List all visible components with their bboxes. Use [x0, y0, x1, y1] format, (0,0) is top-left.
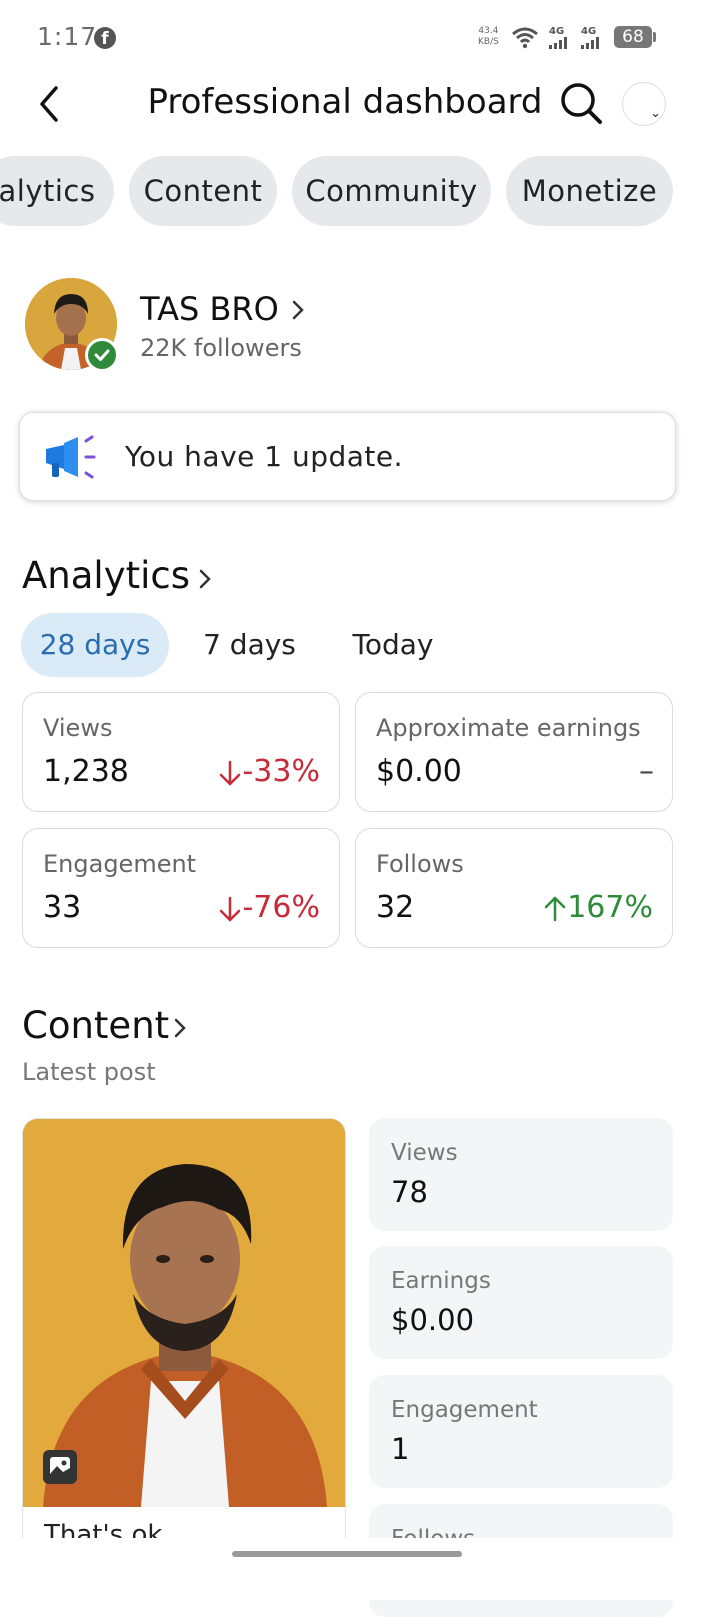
- followers-count: 22K followers: [140, 334, 302, 362]
- update-text: You have 1 update.: [125, 440, 404, 473]
- tab-community[interactable]: Community: [292, 156, 491, 226]
- stat-value: 32: [376, 890, 415, 925]
- back-arrow-icon: [40, 86, 58, 122]
- stat-value: $0.00: [376, 754, 462, 789]
- search-icon: [561, 83, 602, 124]
- back-button[interactable]: [30, 84, 70, 124]
- stat-change: -33%: [242, 754, 320, 789]
- tab-content[interactable]: Content: [129, 156, 277, 226]
- post-metric-engagement[interactable]: [369, 1375, 673, 1488]
- facebook-notification-icon: f: [94, 27, 116, 49]
- bottom-overlay: [0, 1538, 709, 1600]
- range-7-days[interactable]: 7 days: [182, 613, 317, 677]
- network-speed: 43.4 KB/S: [478, 26, 499, 48]
- chevron-right-icon[interactable]: [195, 564, 215, 594]
- post-thumbnail: [23, 1119, 345, 1507]
- stat-label: Approximate earnings: [376, 714, 641, 742]
- chevron-right-icon[interactable]: [288, 296, 308, 324]
- latest-post-label: Latest post: [22, 1058, 156, 1086]
- stat-change: 167%: [567, 890, 653, 925]
- chevron-right-icon[interactable]: [170, 1013, 190, 1043]
- range-today[interactable]: Today: [328, 613, 458, 677]
- tab-analytics[interactable]: alytics: [0, 156, 114, 226]
- analytics-title[interactable]: Analytics: [22, 554, 190, 597]
- stat-value: 33: [43, 890, 82, 925]
- network-speed-value: 43.4: [478, 26, 499, 36]
- stat-card-views[interactable]: [22, 692, 340, 812]
- page-title: Professional dashboard: [147, 82, 543, 122]
- metric-label: Views: [391, 1140, 458, 1166]
- stat-card-follows[interactable]: [355, 828, 673, 948]
- chevron-down-icon: ⌄: [650, 106, 661, 121]
- stat-label: Views: [43, 714, 113, 742]
- stat-label: Engagement: [43, 850, 197, 878]
- metric-label: Earnings: [391, 1268, 491, 1294]
- metric-value: 78: [391, 1175, 428, 1209]
- status-time: 1:17: [37, 22, 98, 51]
- signal-bars-icon: [549, 37, 567, 49]
- signal-label-2: 4G: [581, 26, 597, 37]
- signal-icon-sim2: 4G: [581, 26, 603, 52]
- network-speed-unit: KB/S: [478, 37, 499, 47]
- signal-label-1: 4G: [549, 26, 565, 37]
- battery-tip: [653, 32, 656, 42]
- search-button[interactable]: [558, 80, 604, 126]
- metric-label: Engagement: [391, 1397, 538, 1423]
- metric-value: $0.00: [391, 1303, 475, 1337]
- stat-card-earnings[interactable]: [355, 692, 673, 812]
- stat-change: -76%: [242, 890, 320, 925]
- stat-label: Follows: [376, 850, 464, 878]
- signal-bars-icon: [581, 37, 599, 49]
- wifi-icon: [512, 27, 538, 49]
- tab-monetize[interactable]: Monetize: [506, 156, 673, 226]
- profile-name[interactable]: TAS BRO: [140, 290, 279, 328]
- stat-change: –: [639, 754, 654, 789]
- content-title[interactable]: Content: [22, 1004, 169, 1047]
- battery-indicator: 68: [614, 26, 652, 48]
- stat-value: 1,238: [43, 754, 129, 789]
- signal-icon-sim1: 4G: [549, 26, 571, 52]
- image-type-icon: [43, 1450, 77, 1484]
- home-indicator[interactable]: [232, 1551, 462, 1557]
- range-28-days[interactable]: 28 days: [21, 613, 169, 677]
- stat-card-engagement[interactable]: [22, 828, 340, 948]
- metric-value: 1: [391, 1432, 410, 1466]
- megaphone-icon: [46, 435, 96, 479]
- verified-badge-icon: [85, 338, 119, 372]
